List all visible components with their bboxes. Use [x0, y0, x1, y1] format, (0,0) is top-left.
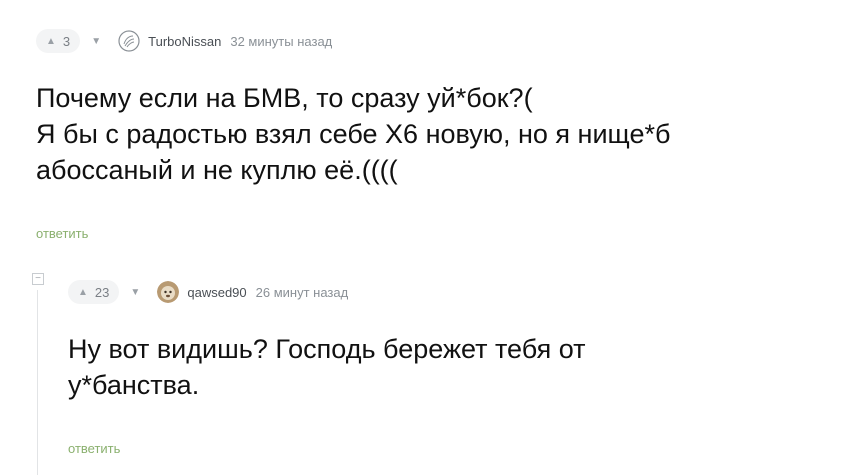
comment-1-meta: ▲ 3 ▼ TurboNissan 32 минуты назад — [36, 29, 332, 53]
timestamp[interactable]: 32 минуты назад — [230, 34, 332, 49]
avatar[interactable] — [157, 281, 180, 303]
upvote-icon[interactable]: ▲ — [46, 36, 56, 47]
reply-link[interactable]: ответить — [36, 226, 88, 241]
collapse-thread-button[interactable]: − — [32, 273, 44, 285]
author-name[interactable]: TurboNissan — [148, 34, 221, 49]
vote-count: 23 — [94, 284, 110, 300]
vote-counter: ▲ 3 — [36, 29, 81, 53]
comment-2-meta: ▲ 23 ▼ qawsed90 26 минут назад — [68, 280, 348, 304]
avatar[interactable] — [118, 30, 140, 52]
timestamp[interactable]: 26 минут назад — [256, 285, 349, 300]
comment-1-text: Почему если на БМВ, то сразу уй*бок?( Я … — [36, 83, 671, 185]
default-avatar-icon — [118, 30, 140, 52]
author-name[interactable]: qawsed90 — [187, 285, 246, 300]
vote-counter: ▲ 23 — [68, 280, 120, 304]
user-avatar-icon — [157, 281, 180, 303]
thread-line[interactable] — [37, 290, 38, 475]
reply-link[interactable]: ответить — [68, 441, 120, 456]
vote-count: 3 — [62, 33, 71, 49]
downvote-icon[interactable]: ▼ — [82, 29, 110, 53]
comment-2-text: Ну вот видишь? Господь бережет тебя от у… — [68, 334, 586, 400]
downvote-icon[interactable]: ▼ — [121, 280, 149, 304]
upvote-icon[interactable]: ▲ — [78, 287, 88, 298]
